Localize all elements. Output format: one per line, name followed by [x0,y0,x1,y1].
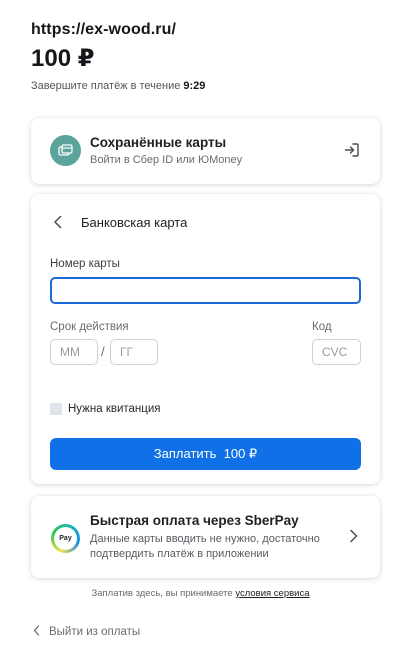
expiry-year-input[interactable] [110,339,158,365]
bank-card-form: Банковская карта Номер карты Срок действ… [31,194,380,484]
exit-payment-link[interactable]: Выйти из оплаты [33,625,140,638]
saved-cards-card[interactable]: Сохранённые карты Войти в Сбер ID или ЮM… [31,118,380,184]
card-number-label: Номер карты [50,258,120,270]
terms-link[interactable]: условия сервиса [235,588,309,599]
expiry-separator: / [101,344,105,359]
sberpay-subtitle: Данные карты вводить не нужно, достаточн… [90,533,320,560]
sberpay-logo-icon: Pay [51,524,80,553]
bank-card-title: Банковская карта [81,215,188,230]
receipt-checkbox[interactable] [50,403,62,415]
card-number-input[interactable] [50,277,361,304]
sberpay-card[interactable]: Pay Быстрая оплата через SberPay Данные … [31,496,380,578]
exit-label[interactable]: Выйти из оплаты [49,626,140,638]
sberpay-title: Быстрая оплата через SberPay [90,513,299,528]
chevron-right-icon [349,529,358,548]
sberpay-logo-text: Pay [54,527,77,550]
expiry-month-input[interactable] [50,339,98,365]
receipt-label[interactable]: Нужна квитанция [68,403,161,415]
timer-value: 9:29 [183,80,206,92]
merchant-url: https://ex-wood.ru/ [31,21,177,38]
payment-amount: 100 ₽ [31,45,95,72]
chevron-left-small-icon [33,625,40,636]
timer-text: Завершите платёж в течение 9:29 [31,80,205,92]
timer-label: Завершите платёж в течение [31,80,184,92]
chevron-left-icon[interactable] [53,215,63,234]
login-icon[interactable] [344,142,360,163]
saved-cards-subtitle: Войти в Сбер ID или ЮMoney [90,154,243,166]
cvc-label: Код [312,321,332,333]
terms-prefix: Заплатив здесь, вы принимаете [91,588,236,599]
pay-button[interactable]: Заплатить 100 ₽ [50,438,361,470]
terms-notice: Заплатив здесь, вы принимаете условия се… [0,588,401,599]
saved-cards-title: Сохранённые карты [90,135,227,150]
cvc-input[interactable] [312,339,361,365]
expiry-label: Срок действия [50,321,129,333]
card-icon [50,135,81,166]
